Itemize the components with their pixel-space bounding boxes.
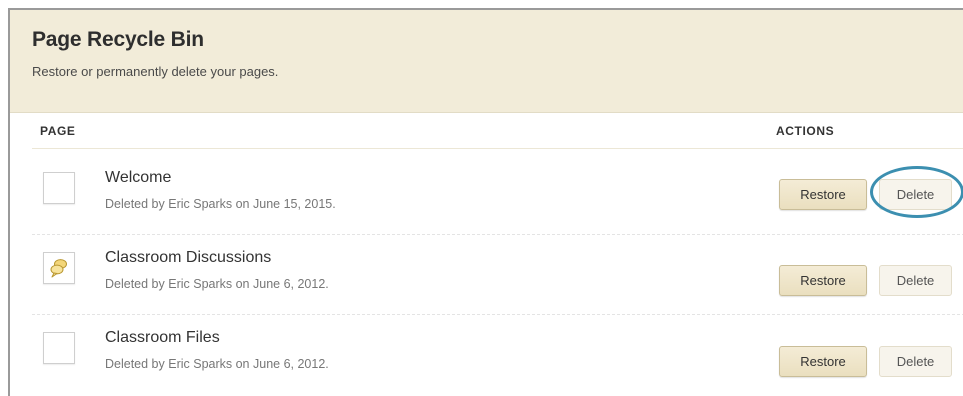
panel-header: Page Recycle Bin Restore or permanently … <box>10 10 963 113</box>
table-row: Welcome Deleted by Eric Sparks on June 1… <box>10 155 963 235</box>
page-name: Welcome <box>105 169 172 186</box>
column-header-page: PAGE <box>40 124 76 138</box>
restore-button[interactable]: Restore <box>779 346 867 377</box>
restore-button[interactable]: Restore <box>779 265 867 296</box>
column-header-divider <box>32 148 963 149</box>
delete-button[interactable]: Delete <box>879 265 952 296</box>
blank-page-icon <box>43 172 75 204</box>
deleted-info: Deleted by Eric Sparks on June 6, 2012. <box>105 357 329 371</box>
page-subtitle: Restore or permanently delete your pages… <box>32 64 279 79</box>
page-name: Classroom Discussions <box>105 249 272 266</box>
blank-page-icon <box>43 332 75 364</box>
delete-button[interactable]: Delete <box>879 179 952 210</box>
recycle-bin-panel: Page Recycle Bin Restore or permanently … <box>8 8 963 396</box>
delete-button[interactable]: Delete <box>879 346 952 377</box>
discussion-bubbles-icon <box>43 252 75 284</box>
discussion-bubbles-glyph <box>50 259 67 278</box>
table-row: Classroom Discussions Deleted by Eric Sp… <box>10 235 963 315</box>
deleted-info: Deleted by Eric Sparks on June 15, 2015. <box>105 197 336 211</box>
page-name: Classroom Files <box>105 329 220 346</box>
deleted-info: Deleted by Eric Sparks on June 6, 2012. <box>105 277 329 291</box>
page-title: Page Recycle Bin <box>32 28 204 51</box>
restore-button[interactable]: Restore <box>779 179 867 210</box>
table-row: Classroom Files Deleted by Eric Sparks o… <box>10 315 963 395</box>
column-header-actions: ACTIONS <box>776 124 835 138</box>
